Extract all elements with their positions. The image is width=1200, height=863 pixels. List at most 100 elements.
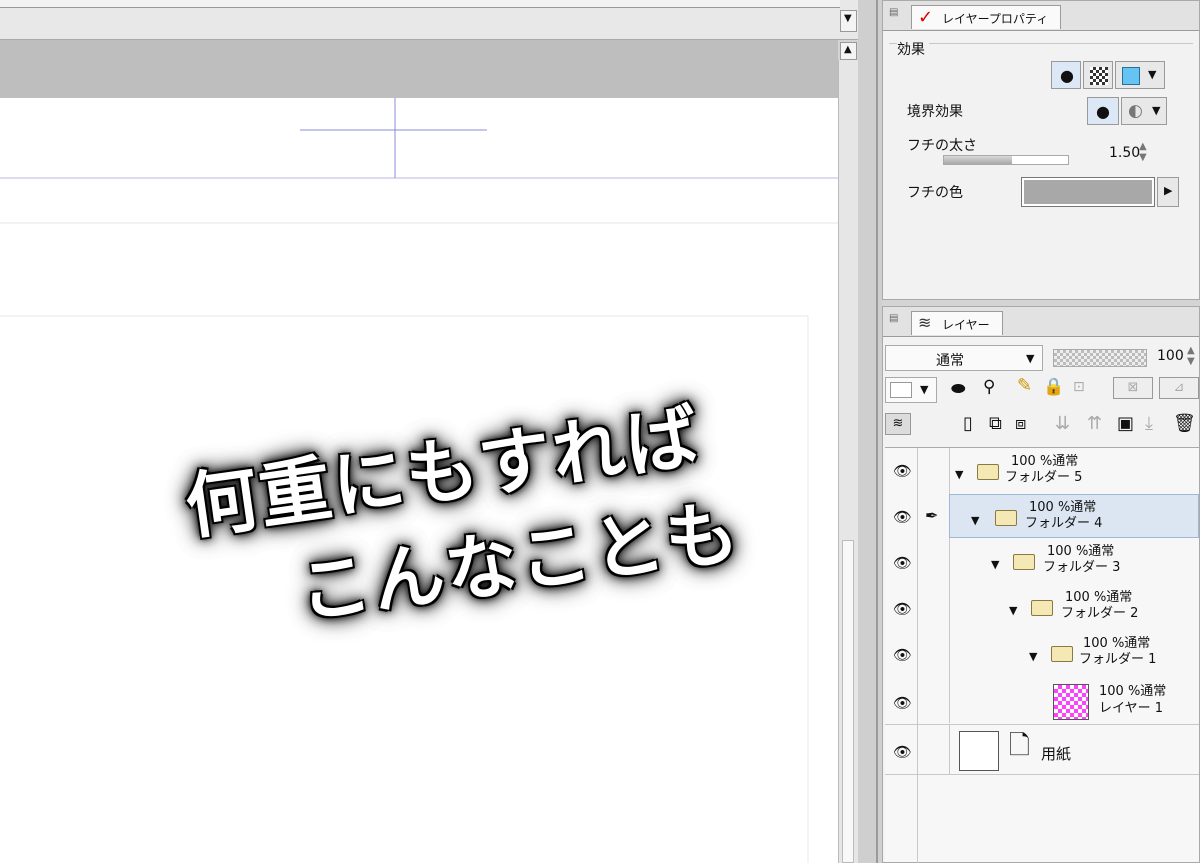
new-vector-layer-icon[interactable]: ⧉: [989, 413, 1002, 434]
opacity-slider[interactable]: [1053, 349, 1147, 367]
watercolor-edge-icon: ◐: [1128, 101, 1143, 121]
pen-edit-icon: ✒: [925, 506, 939, 525]
layer-opacity-mode: 100 %通常: [1011, 454, 1079, 469]
chevron-down-icon: ▼: [1148, 68, 1157, 81]
eye-icon[interactable]: 👁: [893, 694, 912, 712]
border-effect-edge-button[interactable]: ●: [1087, 97, 1119, 125]
layer-name: フォルダー 4: [1025, 516, 1103, 531]
layer-opacity-mode: 100 %通常: [1083, 636, 1151, 651]
folder-expand-icon[interactable]: ▼: [971, 514, 979, 527]
layer-mask-icon[interactable]: ▣: [1117, 413, 1134, 434]
border-width-spinner[interactable]: ▲ ▼: [1139, 141, 1147, 163]
folder-icon: [1051, 646, 1073, 662]
eye-icon[interactable]: 👁: [893, 508, 912, 526]
eye-icon[interactable]: 👁: [893, 554, 912, 572]
border-width-value[interactable]: 1.50: [1109, 145, 1140, 161]
chevron-down-icon: ▼: [1026, 352, 1035, 365]
layer-name: フォルダー 5: [1005, 470, 1083, 485]
move-down-icon[interactable]: ⇊: [1055, 413, 1070, 434]
edit-column-line: [949, 725, 950, 775]
merge-down-icon[interactable]: ⤓: [1145, 413, 1153, 434]
lock-icon[interactable]: 🔒: [1043, 377, 1064, 397]
folder-expand-icon[interactable]: ▼: [955, 468, 963, 481]
border-effect-watercolor-button[interactable]: ◐ ▼: [1121, 97, 1167, 125]
paper-layer-icon: 🗋: [1009, 731, 1030, 761]
layer-row[interactable]: 👁 100 %通常 レイヤー 1: [885, 676, 1199, 724]
folder-icon: [995, 510, 1017, 526]
property-panel-header: ▤ ✓ レイヤープロパティ: [883, 1, 1199, 31]
eye-icon[interactable]: 👁: [893, 646, 912, 664]
border-color-swatch[interactable]: [1021, 177, 1155, 207]
ruler-enable-button[interactable]: ⊿: [1159, 377, 1199, 399]
canvas-scroll-thumb[interactable]: [842, 540, 854, 863]
effect-header: 効果: [897, 39, 929, 59]
tone-pattern-icon: [1090, 67, 1108, 85]
border-width-label: フチの太さ: [907, 138, 977, 154]
layer-property-panel: ▤ ✓ レイヤープロパティ 効果 ● ▼ 境界効果 ● ◐ ▼ フチの太さ 1.…: [882, 0, 1200, 300]
opacity-value[interactable]: 100: [1157, 348, 1184, 364]
canvas-scroll-up-button[interactable]: ▲: [840, 42, 857, 60]
border-color-menu-button[interactable]: ▶: [1157, 177, 1179, 207]
layers-icon: ≋: [892, 416, 904, 431]
canvas-ruler: [0, 40, 838, 98]
layer-row[interactable]: 👁 ▼ 100 %通常 フォルダー 5: [885, 448, 1199, 494]
layer-row-paper[interactable]: 👁 🗋 用紙: [885, 725, 1199, 775]
layer-panel: ▤ ≋ レイヤー 通常 ▼ 100 ▲ ▼ ▼ ⬬ ⚲ ✎ 🔒 ⊡ ⊠ ⊿ ≋ ▯…: [882, 306, 1200, 863]
mask-enable-button[interactable]: ⊠: [1113, 377, 1153, 399]
layer-row[interactable]: 👁 ▼ 100 %通常 フォルダー 2: [885, 584, 1199, 630]
layer-row[interactable]: 👁 ▼ 100 %通常 フォルダー 3: [885, 538, 1199, 584]
eye-icon[interactable]: 👁: [893, 600, 912, 618]
panel-divider[interactable]: [858, 0, 882, 863]
layer-name: フォルダー 1: [1079, 652, 1157, 667]
move-up-icon[interactable]: ⇈: [1087, 413, 1102, 434]
tab-label: レイヤー: [942, 318, 990, 332]
layer-color-select[interactable]: ▼: [885, 377, 937, 403]
opacity-spinner[interactable]: ▲ ▼: [1187, 345, 1195, 367]
folder-expand-icon[interactable]: ▼: [1029, 650, 1037, 663]
effect-tone-button[interactable]: [1083, 61, 1113, 89]
folder-icon: [977, 464, 999, 480]
layer-row[interactable]: 👁 ▼ 100 %通常 フォルダー 1: [885, 630, 1199, 676]
tab-layer[interactable]: ≋ レイヤー: [911, 311, 1003, 335]
panel-menu-icon[interactable]: ▤: [889, 7, 898, 18]
layer-color-icon: [1122, 67, 1140, 85]
effect-color-button[interactable]: ▼: [1115, 61, 1165, 89]
effect-none-button[interactable]: ●: [1051, 61, 1081, 89]
folder-expand-icon[interactable]: ▼: [991, 558, 999, 571]
layer-property-icon: ✓: [918, 7, 934, 28]
blend-mode-select[interactable]: 通常 ▼: [885, 345, 1043, 371]
chevron-right-icon: ▶: [1164, 184, 1173, 197]
chevron-down-icon: ▼: [844, 13, 852, 24]
new-folder-icon[interactable]: ⧈: [1015, 413, 1026, 434]
effect-separator: [889, 43, 1193, 44]
panel-menu-icon[interactable]: ▤: [889, 313, 898, 324]
layer-name: 用紙: [1041, 745, 1072, 763]
layer-color-swatch: [890, 382, 912, 398]
layer-opacity-mode: 100 %通常: [1065, 590, 1133, 605]
folder-icon: [1031, 600, 1053, 616]
clip-layer-icon[interactable]: ⬬: [951, 379, 966, 399]
layer-row[interactable]: 👁 ✒ ▼ 100 %通常 フォルダー 4: [885, 494, 1199, 538]
border-width-slider[interactable]: [943, 155, 1069, 165]
blend-mode-value: 通常: [936, 353, 964, 369]
canvas-tab-strip: [0, 0, 840, 8]
new-raster-layer-icon[interactable]: ▯: [963, 413, 973, 434]
draft-layer-icon[interactable]: ✎: [1017, 375, 1032, 396]
reference-layer-icon[interactable]: ⚲: [983, 377, 995, 397]
tab-layer-property[interactable]: ✓ レイヤープロパティ: [911, 5, 1061, 29]
eye-icon[interactable]: 👁: [893, 743, 912, 761]
layer-opacity-mode: 100 %通常: [1029, 500, 1097, 515]
toolbar-scroll-down-button[interactable]: ▼: [840, 10, 857, 32]
lock-transparent-icon[interactable]: ⊡: [1073, 379, 1085, 395]
chevron-down-icon: ▼: [1152, 104, 1161, 117]
drawing-canvas[interactable]: 何重にもすれば こんなことも: [0, 98, 838, 863]
layer-list-mode-button[interactable]: ≋: [885, 413, 911, 435]
layer-opacity-mode: 100 %通常: [1099, 684, 1167, 699]
chevron-up-icon: ▲: [844, 44, 852, 55]
layer-thumbnail: [1053, 684, 1089, 720]
border-effect-label: 境界効果: [907, 104, 963, 120]
layer-name: フォルダー 2: [1061, 606, 1139, 621]
trash-icon[interactable]: 🗑: [1173, 413, 1196, 434]
folder-expand-icon[interactable]: ▼: [1009, 604, 1017, 617]
eye-icon[interactable]: 👁: [893, 462, 912, 480]
